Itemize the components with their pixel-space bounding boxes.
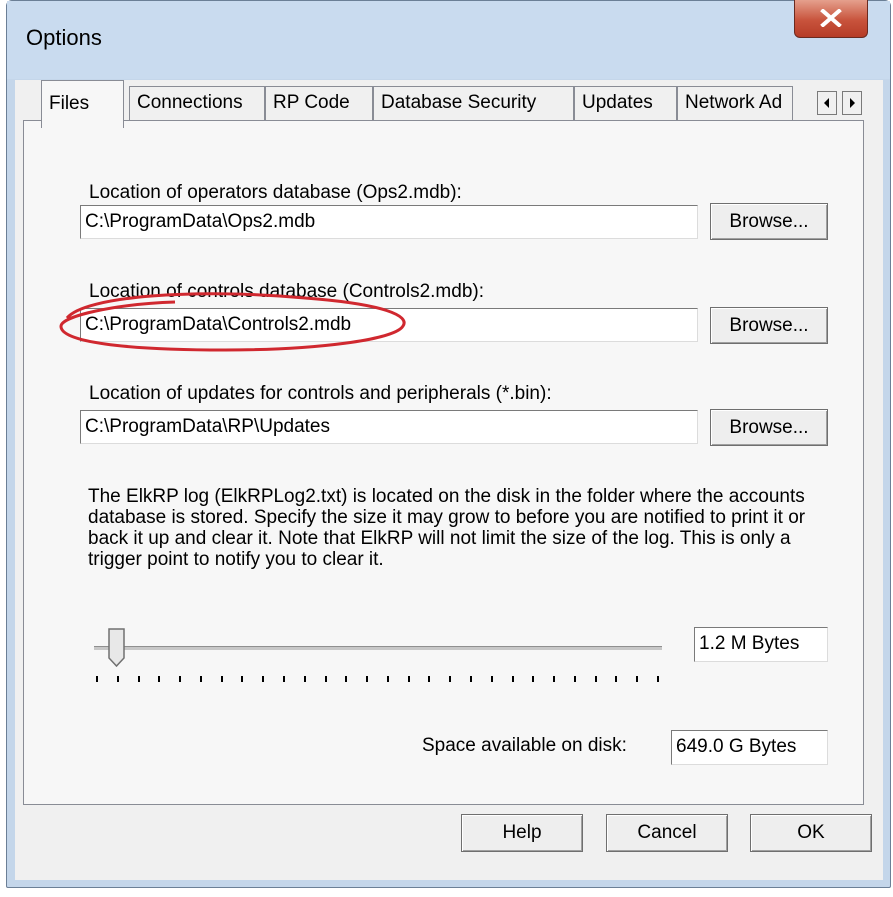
slider-track xyxy=(94,646,662,650)
slider-tick xyxy=(241,676,244,682)
slider-tick xyxy=(511,676,514,682)
title-bar xyxy=(7,1,890,79)
slider-tick xyxy=(366,676,369,682)
slider-tick xyxy=(386,676,389,682)
tab-network-ad[interactable]: Network Ad xyxy=(677,86,793,120)
arrow-left-icon xyxy=(824,98,829,108)
window-title: Options xyxy=(26,25,102,50)
log-size-field[interactable]: 1.2 M Bytes xyxy=(694,627,828,662)
tab-scroll-left-button[interactable] xyxy=(817,91,837,115)
help-button[interactable]: Help xyxy=(461,814,583,852)
slider-tick xyxy=(573,676,576,682)
slider-tick xyxy=(324,676,327,682)
arrow-right-icon xyxy=(850,98,855,108)
slider-tick xyxy=(345,676,348,682)
tab-database-security[interactable]: Database Security xyxy=(373,86,574,120)
log-size-slider[interactable] xyxy=(88,628,668,688)
slider-tick xyxy=(532,676,535,682)
slider-thumb[interactable] xyxy=(107,628,127,668)
slider-tick xyxy=(553,676,556,682)
ops-database-field[interactable]: C:\ProgramData\Ops2.mdb xyxy=(80,205,698,239)
updates-location-label: Location of updates for controls and per… xyxy=(89,383,552,404)
updates-location-field[interactable]: C:\ProgramData\RP\Updates xyxy=(80,410,698,444)
slider-tick xyxy=(220,676,223,682)
slider-tick xyxy=(116,676,119,682)
slider-tick xyxy=(303,676,306,682)
close-button[interactable] xyxy=(794,0,868,38)
ops-database-label: Location of operators database (Ops2.mdb… xyxy=(89,182,462,203)
tab-files[interactable]: Files xyxy=(41,80,124,128)
tab-scroll-right-button[interactable] xyxy=(842,91,862,115)
slider-tick xyxy=(137,676,140,682)
slider-tick xyxy=(262,676,265,682)
slider-tick xyxy=(96,676,98,682)
close-icon xyxy=(820,9,842,27)
slider-tick xyxy=(490,676,493,682)
updates-browse-button[interactable]: Browse... xyxy=(710,409,828,446)
slider-tick xyxy=(158,676,161,682)
slider-tick xyxy=(470,676,472,682)
ok-button[interactable]: OK xyxy=(750,814,872,852)
slider-tick xyxy=(449,676,452,682)
tab-rp-code[interactable]: RP Code xyxy=(265,86,373,120)
space-available-field: 649.0 G Bytes xyxy=(671,730,828,765)
ops-browse-button[interactable]: Browse... xyxy=(710,203,828,240)
tab-connections[interactable]: Connections xyxy=(129,86,265,120)
slider-tick xyxy=(594,676,597,682)
slider-tick xyxy=(615,676,618,682)
tab-updates[interactable]: Updates xyxy=(574,86,677,120)
controls-browse-button[interactable]: Browse... xyxy=(710,307,828,344)
slider-tick xyxy=(657,676,659,682)
cancel-button[interactable]: Cancel xyxy=(606,814,728,852)
slider-tick xyxy=(407,676,410,682)
space-available-label: Space available on disk: xyxy=(422,735,627,756)
slider-tick xyxy=(428,676,431,682)
slider-tick xyxy=(179,676,182,682)
annotation-ellipse xyxy=(59,292,406,352)
slider-tick xyxy=(636,676,639,682)
log-description: The ElkRP log (ElkRPLog2.txt) is located… xyxy=(88,486,806,570)
slider-tick xyxy=(199,676,202,682)
slider-tick xyxy=(283,676,285,682)
